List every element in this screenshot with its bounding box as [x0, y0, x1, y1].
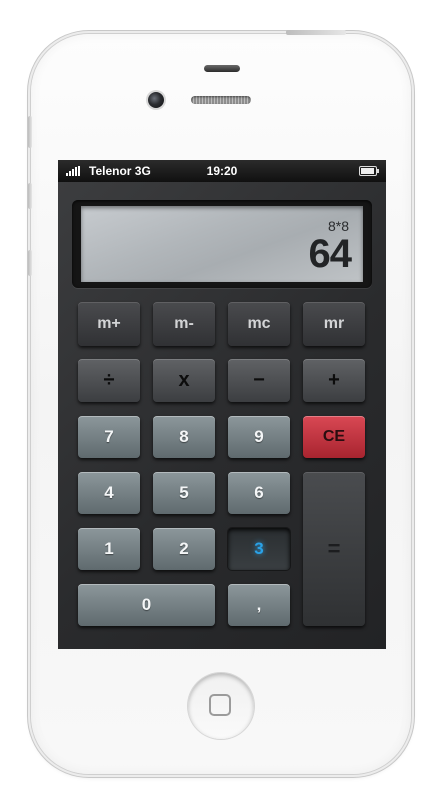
digit-8-button[interactable]: 8 — [153, 416, 215, 458]
memory-recall-button[interactable]: mr — [303, 302, 365, 346]
divide-button[interactable]: ÷ — [78, 359, 140, 402]
clear-entry-button[interactable]: CE — [303, 416, 365, 458]
earpiece-speaker — [191, 96, 251, 104]
calculator-body: 8*8 64 m+ m- mc mr ÷ x − + 7 8 9 CE 4 5 … — [58, 182, 386, 649]
display-result: 64 — [308, 232, 352, 276]
digit-9-button[interactable]: 9 — [228, 416, 290, 458]
digit-1-button[interactable]: 1 — [78, 528, 140, 570]
home-button[interactable] — [188, 673, 254, 739]
mute-switch[interactable] — [28, 116, 32, 148]
subtract-button[interactable]: − — [228, 359, 290, 402]
proximity-sensor — [204, 65, 240, 72]
status-time: 19:20 — [206, 164, 238, 178]
battery-level — [361, 168, 374, 174]
digit-4-button[interactable]: 4 — [78, 472, 140, 514]
equals-button[interactable]: = — [303, 472, 365, 626]
calculator-display: 8*8 64 — [81, 206, 363, 282]
display-frame: 8*8 64 — [72, 200, 372, 288]
memory-subtract-button[interactable]: m- — [153, 302, 215, 346]
decimal-comma-button[interactable]: , — [228, 584, 290, 626]
digit-2-button[interactable]: 2 — [153, 528, 215, 570]
status-bar: Telenor 3G 19:20 — [58, 160, 386, 182]
home-square-icon — [209, 694, 231, 716]
volume-up-button[interactable] — [28, 183, 32, 209]
volume-down-button[interactable] — [28, 250, 32, 276]
digit-3-button[interactable]: 3 — [228, 528, 290, 570]
screen: Telenor 3G 19:20 8*8 64 m+ m- mc mr ÷ x … — [58, 160, 386, 649]
power-button[interactable] — [286, 30, 346, 35]
multiply-button[interactable]: x — [153, 359, 215, 402]
digit-6-button[interactable]: 6 — [228, 472, 290, 514]
digit-0-button[interactable]: 0 — [78, 584, 215, 626]
front-camera — [148, 92, 164, 108]
battery-icon — [359, 166, 379, 176]
memory-clear-button[interactable]: mc — [228, 302, 290, 346]
memory-add-button[interactable]: m+ — [78, 302, 140, 346]
digit-5-button[interactable]: 5 — [153, 472, 215, 514]
digit-7-button[interactable]: 7 — [78, 416, 140, 458]
add-button[interactable]: + — [303, 359, 365, 402]
